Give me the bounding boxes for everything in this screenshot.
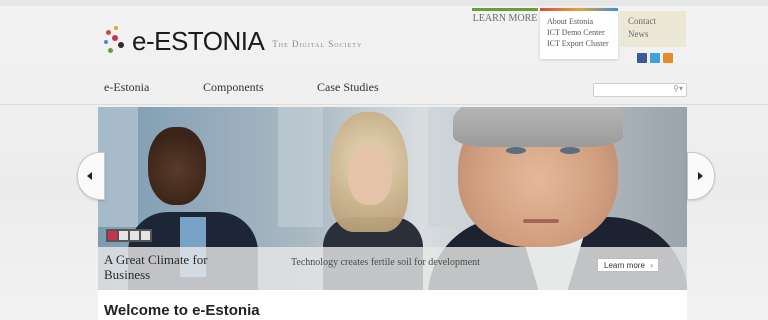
hero-person-right-eye	[506, 147, 526, 154]
contact-link[interactable]: Contact	[620, 11, 686, 28]
twitter-icon[interactable]	[650, 53, 660, 63]
learn-more-dropdown: About Estonia ICT Demo Center ICT Export…	[540, 8, 618, 59]
welcome-heading: Welcome to e-Estonia	[104, 302, 260, 319]
hero-person-middle-face	[348, 145, 392, 205]
slider-next-button[interactable]	[687, 152, 715, 200]
nav-divider	[0, 104, 768, 105]
logo-mark-icon	[104, 26, 128, 56]
slide-dot-2[interactable]	[119, 231, 128, 240]
menu-item-about-estonia[interactable]: About Estonia	[540, 11, 618, 27]
slide-indicators	[106, 229, 152, 242]
nav-item-e-estonia[interactable]: e-Estonia	[104, 80, 149, 95]
hero-text: Technology creates fertile soil for deve…	[291, 257, 480, 268]
logo-tagline: The Digital Society	[272, 39, 363, 49]
facebook-icon[interactable]	[637, 53, 647, 63]
slide-dot-3[interactable]	[130, 231, 139, 240]
rss-icon[interactable]	[663, 53, 673, 63]
hero-person-right-hair	[453, 107, 623, 147]
slide-dot-1[interactable]	[108, 231, 117, 240]
learn-more-link[interactable]: LEARN MORE	[472, 8, 538, 29]
learn-more-button-label: Learn more	[604, 261, 645, 270]
slider-prev-button[interactable]	[77, 152, 105, 200]
social-icons	[637, 53, 673, 63]
hero-person-right-eye	[560, 147, 580, 154]
arrow-right-icon	[698, 172, 703, 180]
hero-caption: A Great Climate for Business Technology …	[98, 247, 687, 290]
menu-item-ict-export-cluster[interactable]: ICT Export Cluster	[540, 38, 618, 49]
arrow-left-icon	[87, 172, 92, 180]
nav-item-case-studies[interactable]: Case Studies	[317, 80, 379, 95]
hero-person-right-mouth	[523, 219, 559, 223]
site-logo[interactable]: e-ESTONIA The Digital Society	[104, 22, 362, 56]
hero-person-left-head	[148, 127, 206, 205]
background-window	[278, 107, 323, 227]
utility-links: Contact News	[620, 11, 686, 47]
learn-more-button[interactable]: Learn more ›	[597, 258, 659, 272]
menu-item-ict-demo-center[interactable]: ICT Demo Center	[540, 27, 618, 38]
slide-dot-4[interactable]	[141, 231, 150, 240]
page-background: e-ESTONIA The Digital Society LEARN MORE…	[0, 0, 768, 320]
chevron-right-icon: ›	[650, 261, 653, 270]
nav-item-components[interactable]: Components	[203, 80, 264, 95]
search-input[interactable]: ⚲▾	[593, 83, 687, 97]
news-link[interactable]: News	[620, 28, 686, 41]
hero-slider: A Great Climate for Business Technology …	[98, 107, 687, 290]
top-strip	[0, 0, 768, 6]
hero-title: A Great Climate for Business	[104, 252, 208, 282]
logo-wordmark: e-ESTONIA	[132, 26, 265, 56]
search-icon[interactable]: ⚲▾	[673, 84, 683, 93]
